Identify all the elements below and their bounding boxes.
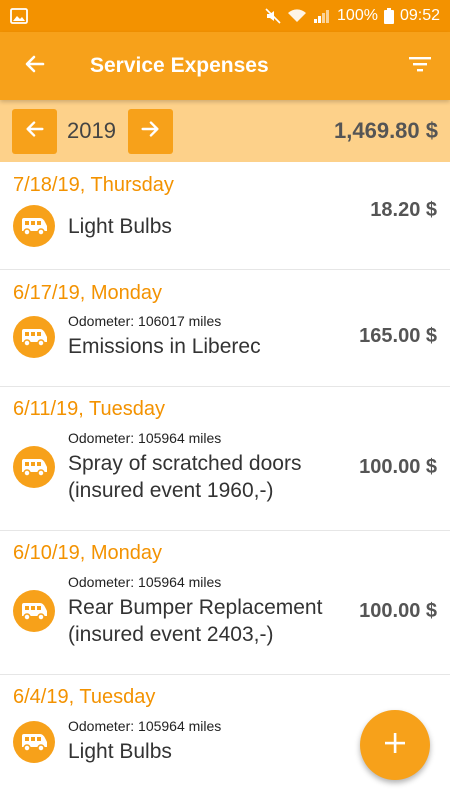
entry-date: 7/18/19, Thursday: [13, 174, 174, 196]
filter-button[interactable]: [390, 32, 450, 100]
list-item[interactable]: 6/10/19, Monday Odometer: 105964 miles R…: [0, 531, 450, 675]
clock: 09:52: [399, 7, 440, 24]
signal-icon: [313, 8, 331, 24]
entry-odometer: Odometer: 105964 miles: [68, 430, 222, 446]
entry-date: 6/10/19, Monday: [13, 542, 162, 564]
plus-icon: [384, 732, 406, 759]
entry-date: 6/4/19, Tuesday: [13, 686, 156, 708]
mute-icon: [265, 8, 281, 24]
expense-list: 7/18/19, Thursday Light Bulbs 18.20 $ 6/…: [0, 162, 450, 787]
van-icon: [13, 205, 55, 247]
entry-date: 6/11/19, Tuesday: [13, 398, 165, 420]
year-bar: 2019 1,469.80 $: [0, 100, 450, 162]
add-expense-button[interactable]: [360, 710, 430, 780]
battery-percent: 100%: [337, 7, 378, 24]
filter-icon: [408, 54, 432, 79]
entry-date: 6/17/19, Monday: [13, 282, 162, 304]
van-icon: [13, 720, 55, 763]
list-item[interactable]: 6/17/19, Monday Odometer: 106017 miles E…: [0, 270, 450, 387]
list-item[interactable]: 6/11/19, Tuesday Odometer: 105964 miles …: [0, 387, 450, 531]
entry-name: Emissions in Liberec: [68, 335, 261, 358]
year-total: 1,469.80 $: [334, 118, 438, 143]
page-title: Service Expenses: [90, 54, 269, 77]
entry-name: Rear Bumper Replacement (insured event 2…: [68, 596, 323, 646]
van-icon: [13, 590, 55, 632]
year-label: 2019: [67, 118, 116, 143]
entry-name: Spray of scratched doors (insured event …: [68, 452, 302, 502]
entry-amount: 18.20 $: [370, 199, 437, 221]
arrow-left-icon: [23, 52, 47, 81]
entry-amount: 100.00 $: [359, 599, 437, 622]
list-item[interactable]: 7/18/19, Thursday Light Bulbs 18.20 $: [0, 162, 450, 270]
arrow-right-icon: [139, 118, 161, 145]
image-notification-icon: [10, 8, 28, 24]
status-bar: 100% 09:52: [0, 0, 450, 32]
previous-year-button[interactable]: [12, 108, 57, 154]
next-year-button[interactable]: [127, 108, 173, 154]
back-button[interactable]: [0, 32, 70, 100]
wifi-icon: [287, 8, 307, 24]
entry-amount: 100.00 $: [359, 455, 437, 478]
entry-odometer: Odometer: 105964 miles: [68, 574, 222, 590]
battery-icon: [383, 8, 394, 24]
entry-odometer: Odometer: 106017 miles: [68, 313, 222, 329]
entry-name: Light Bulbs: [68, 214, 172, 238]
arrow-left-icon: [24, 118, 46, 145]
entry-amount: 165.00 $: [359, 325, 437, 347]
van-icon: [13, 315, 55, 358]
van-icon: [13, 446, 55, 488]
app-bar: Service Expenses: [0, 32, 450, 100]
